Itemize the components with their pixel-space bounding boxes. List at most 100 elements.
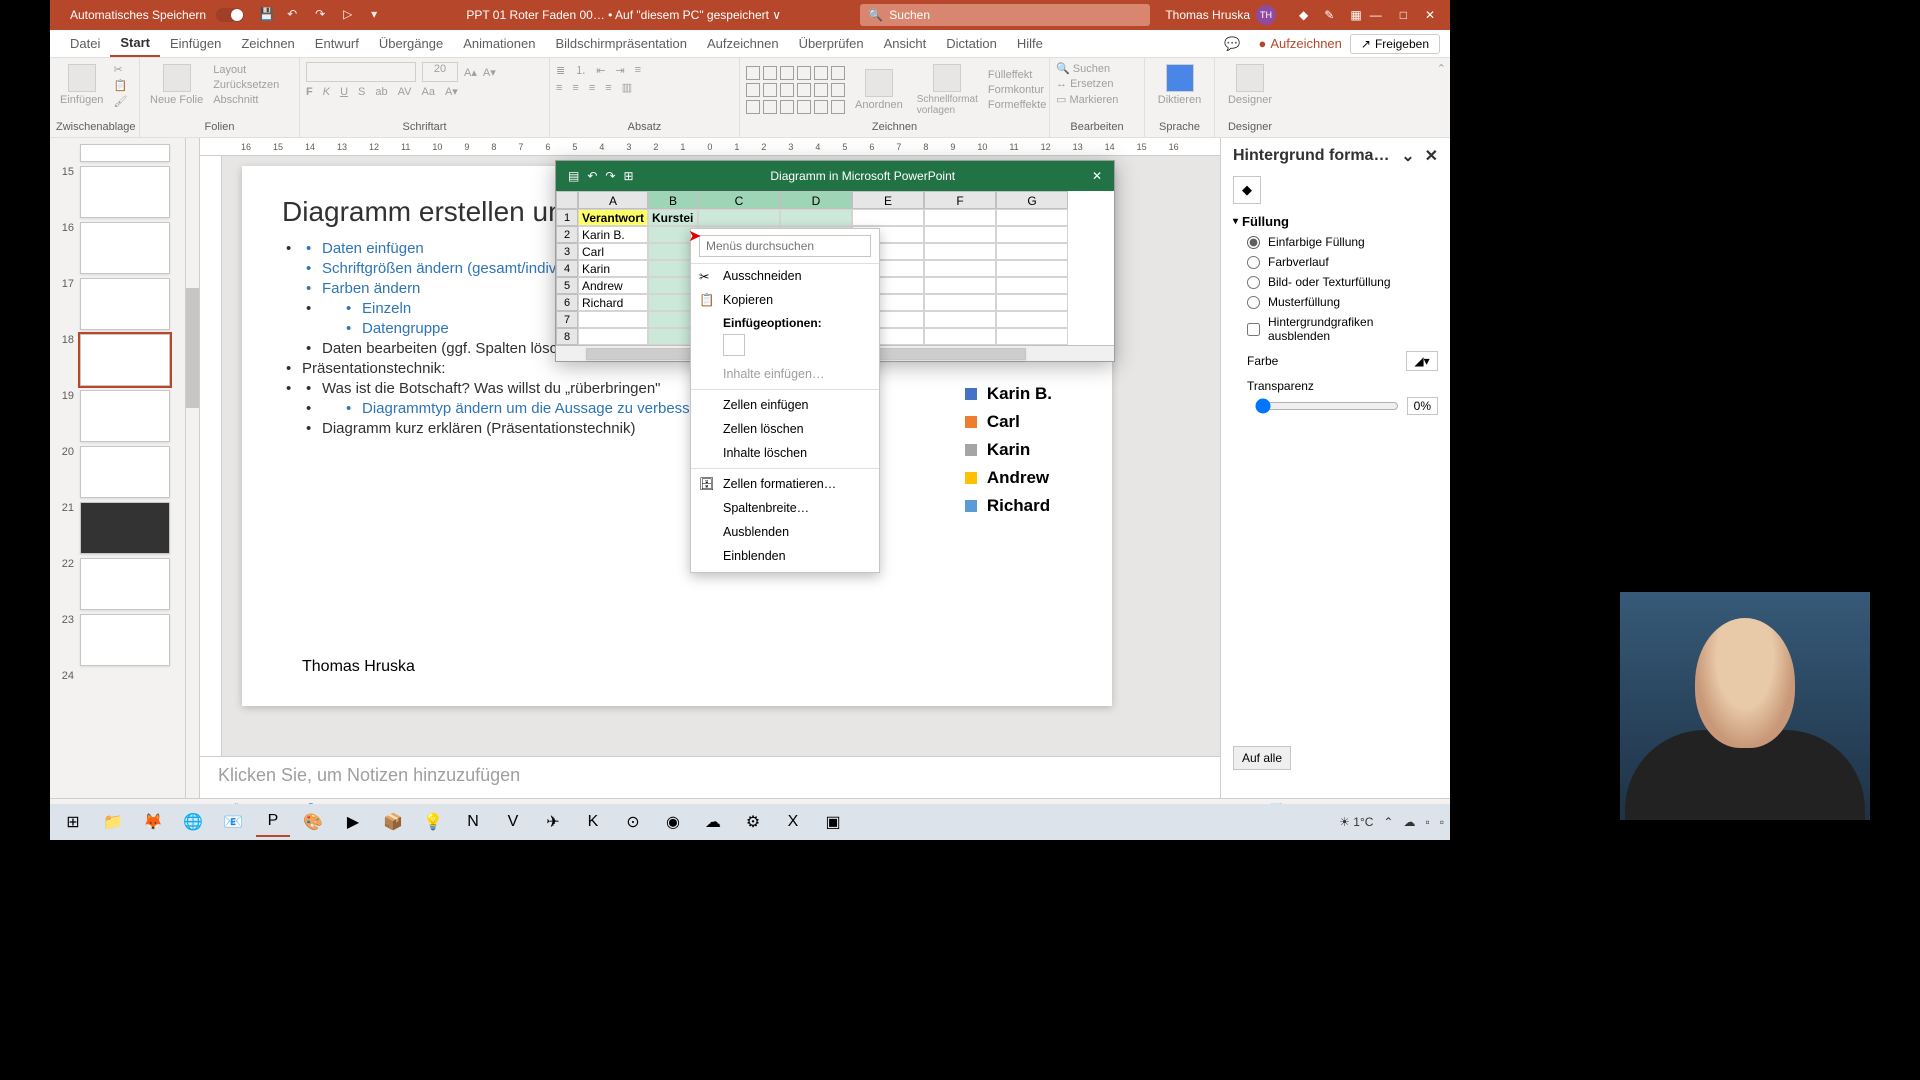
onenote-icon[interactable]: N	[456, 807, 490, 837]
italic-icon[interactable]: K	[323, 86, 330, 98]
more-icon[interactable]: ▾	[371, 7, 387, 23]
slide-thumb[interactable]	[80, 278, 170, 330]
redo-icon[interactable]: ↷	[315, 7, 331, 23]
paste-option-icon[interactable]	[723, 334, 745, 356]
cell[interactable]	[996, 209, 1068, 226]
font-color-icon[interactable]: A▾	[445, 85, 458, 98]
case-icon[interactable]: Aa	[421, 86, 434, 98]
reset-button[interactable]: Zurücksetzen	[213, 79, 279, 91]
slide-thumb[interactable]	[80, 166, 170, 218]
menu-cut[interactable]: ✂Ausschneiden	[691, 264, 879, 288]
share-button[interactable]: ↗ Freigeben	[1350, 34, 1440, 54]
document-title[interactable]: PPT 01 Roter Faden 00… • Auf "diesem PC"…	[387, 8, 860, 22]
excel-menu-icon[interactable]: ▤	[568, 169, 579, 183]
cell[interactable]	[996, 277, 1068, 294]
picture-fill-radio[interactable]: Bild- oder Texturfüllung	[1247, 275, 1438, 289]
slide-thumb[interactable]	[80, 144, 170, 162]
align-right-icon[interactable]: ≡	[589, 82, 595, 94]
justify-icon[interactable]: ≡	[605, 82, 611, 94]
slide-thumb-selected[interactable]	[80, 334, 170, 386]
editor-v-scrollbar[interactable]	[1206, 156, 1220, 756]
new-slide-button[interactable]: Neue Folie	[146, 62, 207, 108]
pane-dropdown-icon[interactable]: ⌄	[1401, 148, 1414, 165]
menu-insert-cells[interactable]: Zellen einfügen	[691, 393, 879, 417]
tab-einfuegen[interactable]: Einfügen	[160, 30, 231, 57]
collapse-ribbon-icon[interactable]: ⌃	[1433, 58, 1450, 137]
app-icon[interactable]: ⊙	[616, 807, 650, 837]
app-icon[interactable]: 📦	[376, 807, 410, 837]
color-picker[interactable]: ◢▾	[1406, 351, 1438, 371]
underline-icon[interactable]: U	[340, 86, 348, 98]
menu-hide[interactable]: Ausblenden	[691, 520, 879, 544]
menu-delete-cells[interactable]: Zellen löschen	[691, 417, 879, 441]
excel-grid-icon[interactable]: ⊞	[623, 169, 633, 183]
tab-hilfe[interactable]: Hilfe	[1007, 30, 1053, 57]
excel-redo-icon[interactable]: ↷	[605, 169, 615, 183]
col-header[interactable]: F	[924, 191, 996, 209]
cell[interactable]	[996, 328, 1068, 345]
fill-section-header[interactable]: Füllung	[1233, 214, 1438, 229]
cell[interactable]	[924, 243, 996, 260]
cell[interactable]	[996, 226, 1068, 243]
menu-unhide[interactable]: Einblenden	[691, 544, 879, 568]
tab-dictation[interactable]: Dictation	[936, 30, 1007, 57]
cell[interactable]	[924, 226, 996, 243]
diamond-icon[interactable]: ◆	[1299, 8, 1308, 22]
shape-fill-button[interactable]: Fülleffekt	[988, 69, 1047, 81]
tab-zeichnen[interactable]: Zeichnen	[231, 30, 304, 57]
tab-ansicht[interactable]: Ansicht	[874, 30, 937, 57]
telegram-icon[interactable]: ✈	[536, 807, 570, 837]
search-box[interactable]: 🔍 Suchen	[860, 4, 1150, 26]
bullet[interactable]: Präsentationstechnik:	[282, 360, 1072, 377]
cell[interactable]	[780, 209, 852, 226]
tab-ueberpruefen[interactable]: Überprüfen	[789, 30, 874, 57]
find-button[interactable]: 🔍 Suchen	[1056, 62, 1138, 75]
chrome-icon[interactable]: 🌐	[176, 807, 210, 837]
pen-icon[interactable]: ✎	[1324, 8, 1334, 22]
shape-outline-button[interactable]: Formkontur	[988, 84, 1047, 96]
excel-undo-icon[interactable]: ↶	[587, 169, 597, 183]
shape-effects-button[interactable]: Formeffekte	[988, 99, 1047, 111]
tab-bildschirm[interactable]: Bildschirmpräsentation	[545, 30, 697, 57]
shadow-icon[interactable]: ab	[375, 86, 387, 98]
app-icon[interactable]: ◉	[656, 807, 690, 837]
app-icon[interactable]: K	[576, 807, 610, 837]
select-button[interactable]: ▭ Markieren	[1056, 93, 1138, 106]
cell[interactable]	[924, 311, 996, 328]
slide-author[interactable]: Thomas Hruska	[302, 658, 415, 676]
app-icon[interactable]: 🎨	[296, 807, 330, 837]
thumbs-scrollbar[interactable]	[185, 138, 199, 798]
spacing-icon[interactable]: AV	[398, 86, 412, 98]
cell[interactable]: Karin B.	[578, 226, 648, 243]
tab-aufzeichnen[interactable]: Aufzeichnen	[697, 30, 789, 57]
align-center-icon[interactable]: ≡	[572, 82, 578, 94]
pattern-fill-radio[interactable]: Musterfüllung	[1247, 295, 1438, 309]
replace-button[interactable]: ↔ Ersetzen	[1056, 78, 1138, 90]
cell[interactable]	[924, 209, 996, 226]
bullet[interactable]: Diagramm kurz erklären (Präsentationstec…	[302, 420, 1072, 437]
numbering-icon[interactable]: ⒈	[575, 62, 586, 78]
line-spacing-icon[interactable]: ≡	[635, 64, 641, 76]
slide-thumb[interactable]	[80, 502, 170, 554]
col-header[interactable]: A	[578, 191, 648, 209]
menu-copy[interactable]: 📋Kopieren	[691, 288, 879, 312]
present-icon[interactable]: ▷	[343, 7, 359, 23]
cut-icon[interactable]: ✂	[113, 63, 127, 76]
undo-icon[interactable]: ↶	[287, 7, 303, 23]
outlook-icon[interactable]: 📧	[216, 807, 250, 837]
record-button[interactable]: ● Aufzeichnen	[1250, 36, 1349, 51]
shrink-font-icon[interactable]: A▾	[483, 66, 496, 79]
user-account[interactable]: Thomas Hruska TH	[1165, 5, 1276, 25]
bullets-icon[interactable]: ≣	[556, 64, 565, 77]
tab-animationen[interactable]: Animationen	[453, 30, 545, 57]
font-size-combo[interactable]: 20	[422, 62, 458, 82]
powerpoint-icon[interactable]: P	[256, 807, 290, 837]
cell[interactable]: Verantwort	[578, 209, 648, 226]
cell[interactable]	[924, 277, 996, 294]
tab-datei[interactable]: Datei	[60, 30, 110, 57]
cell[interactable]: Andrew	[578, 277, 648, 294]
indent-dec-icon[interactable]: ⇤	[596, 64, 605, 77]
tray-icon[interactable]: ▫	[1440, 815, 1444, 829]
cell[interactable]	[996, 243, 1068, 260]
col-header-selected[interactable]: C	[698, 191, 780, 209]
